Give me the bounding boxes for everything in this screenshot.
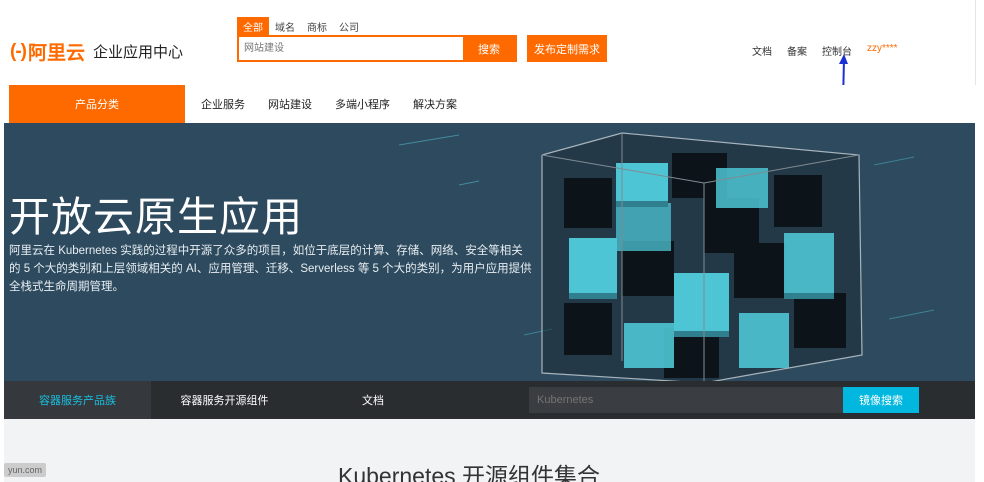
search-tab-all[interactable]: 全部	[237, 17, 269, 36]
publish-requirement-button[interactable]: 发布定制需求	[527, 35, 607, 62]
main-nav: 产品分类 企业服务 网站建设 多端小程序 解决方案	[0, 85, 976, 123]
search-box: 搜索	[237, 35, 517, 62]
nav-item-mini-programs[interactable]: 多端小程序	[335, 96, 390, 112]
logo-mark-icon: (-)	[10, 40, 27, 62]
search-tab-domain[interactable]: 域名	[269, 17, 301, 36]
top-links: 文档 备案 控制台 zzy****	[752, 43, 913, 58]
nav-item-website-building[interactable]: 网站建设	[268, 96, 312, 112]
top-header: (-) 阿里云 企业应用中心 全部 域名 商标 公司 搜索 发布定制需求 文档 …	[0, 0, 976, 103]
floating-badge: yun.com	[4, 463, 47, 477]
hero-title: 开放云原生应用	[9, 194, 303, 240]
nav-item-enterprise-services[interactable]: 企业服务	[201, 96, 245, 112]
user-account-link[interactable]: zzy****	[867, 43, 898, 58]
docs-link[interactable]: 文档	[752, 43, 772, 58]
nav-items: 企业服务 网站建设 多端小程序 解决方案	[201, 85, 480, 123]
section-title: Kubernetes 开源组件集合	[338, 463, 601, 482]
search-button[interactable]: 搜索	[463, 37, 515, 60]
hero-description: 阿里云在 Kubernetes 实践的过程中开源了众多的项目，如位于底层的计算、…	[9, 245, 532, 293]
search-input[interactable]	[239, 37, 463, 60]
search-tab-trademark[interactable]: 商标	[301, 17, 333, 36]
tab-open-source-components[interactable]: 容器服务开源组件	[151, 381, 298, 419]
logo-text: 阿里云	[27, 43, 85, 64]
site-subtitle: 企业应用中心	[93, 44, 184, 61]
tab-docs[interactable]: 文档	[298, 381, 448, 419]
tab-container-product-family[interactable]: 容器服务产品族	[4, 381, 151, 419]
hero-banner: 开放云原生应用 阿里云在 Kubernetes 实践的过程中开源了众多的项目，如…	[4, 123, 975, 381]
nav-item-solutions[interactable]: 解决方案	[413, 96, 457, 112]
image-search-button[interactable]: 镜像搜索	[843, 387, 919, 413]
filing-link[interactable]: 备案	[787, 43, 807, 58]
search-tab-company[interactable]: 公司	[333, 17, 365, 36]
image-search-input[interactable]	[529, 387, 844, 413]
aliyun-logo[interactable]: (-) 阿里云 企业应用中心	[10, 38, 183, 65]
product-category-button[interactable]: 产品分类	[9, 85, 185, 123]
search-category-tabs: 全部 域名 商标 公司	[237, 17, 365, 36]
sub-nav: 容器服务产品族 容器服务开源组件 文档 镜像搜索	[4, 381, 975, 419]
components-section: yun.com Kubernetes 开源组件集合	[4, 419, 975, 482]
page-edge	[976, 0, 984, 482]
